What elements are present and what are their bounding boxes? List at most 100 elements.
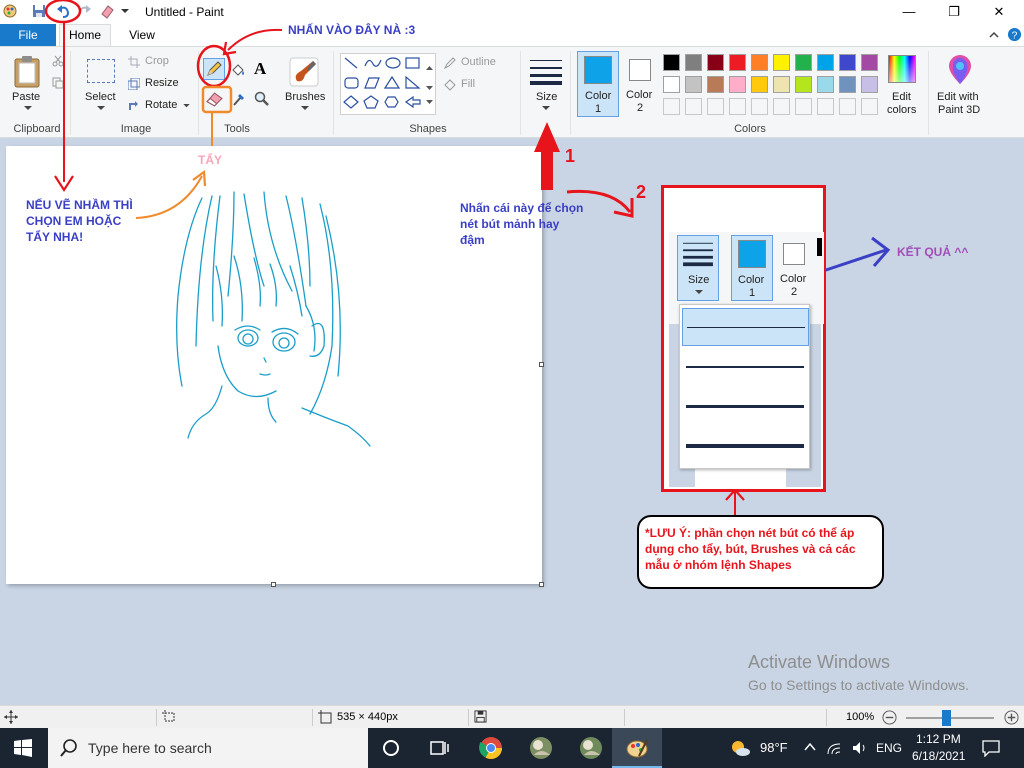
size-option-3px[interactable] bbox=[682, 348, 809, 386]
inset-color1-button[interactable]: Color 1 bbox=[731, 235, 773, 301]
palette-swatch[interactable] bbox=[729, 54, 746, 71]
palette-swatch[interactable] bbox=[685, 54, 702, 71]
size-option-1px[interactable] bbox=[682, 308, 809, 346]
zoom-out-icon[interactable] bbox=[882, 710, 897, 725]
palette-swatch[interactable] bbox=[707, 76, 724, 93]
crop-button[interactable]: Crop bbox=[128, 55, 188, 71]
resize-handle-right[interactable] bbox=[539, 362, 544, 367]
taskbar-paint-active[interactable] bbox=[612, 728, 662, 768]
palette-swatch[interactable] bbox=[773, 54, 790, 71]
resize-button[interactable]: Resize bbox=[128, 77, 188, 93]
palette-swatch[interactable] bbox=[817, 54, 834, 71]
clock-time[interactable]: 1:12 PM bbox=[916, 732, 961, 746]
zoom-in-icon[interactable] bbox=[1004, 710, 1019, 725]
tab-home[interactable]: Home bbox=[59, 24, 111, 47]
taskbar-search[interactable]: Type here to search bbox=[48, 728, 368, 768]
maximize-button[interactable]: ❐ bbox=[931, 0, 977, 24]
weather-icon[interactable] bbox=[729, 738, 751, 758]
inset-color2-button[interactable]: Color 2 bbox=[776, 235, 816, 301]
size-button[interactable]: Size bbox=[527, 53, 565, 117]
copy-icon[interactable] bbox=[52, 77, 64, 89]
fill-button[interactable]: Fill bbox=[443, 78, 503, 94]
tab-file[interactable]: File bbox=[0, 24, 56, 46]
shapes-gallery[interactable] bbox=[340, 53, 436, 115]
color1-button[interactable]: Color 1 bbox=[577, 51, 619, 117]
resize-handle-bottom[interactable] bbox=[271, 582, 276, 587]
notification-icon[interactable] bbox=[982, 739, 1000, 757]
rotate-button[interactable]: Rotate bbox=[128, 99, 192, 115]
undo-icon[interactable] bbox=[55, 3, 71, 19]
wifi-icon[interactable] bbox=[826, 740, 842, 756]
custom-color-slot[interactable] bbox=[685, 98, 702, 115]
chrome-icon[interactable] bbox=[479, 736, 503, 760]
color-picker-icon[interactable] bbox=[232, 91, 246, 107]
app-icon-1[interactable] bbox=[528, 735, 554, 761]
pencil-tool-button[interactable] bbox=[203, 58, 225, 80]
color2-button[interactable]: Color 2 bbox=[621, 51, 661, 117]
outline-button[interactable]: Outline bbox=[443, 56, 515, 72]
fill-bucket-icon[interactable] bbox=[230, 62, 246, 78]
inset-color2-number: 2 bbox=[791, 286, 798, 298]
custom-color-slot[interactable] bbox=[861, 98, 878, 115]
palette-swatch[interactable] bbox=[861, 76, 878, 93]
language-indicator[interactable]: ENG bbox=[876, 741, 902, 755]
save-icon[interactable] bbox=[31, 3, 47, 19]
volume-icon[interactable] bbox=[852, 740, 868, 756]
palette-swatch[interactable] bbox=[817, 76, 834, 93]
custom-color-slot[interactable] bbox=[707, 98, 724, 115]
paint-app-icon[interactable] bbox=[2, 3, 18, 19]
redo-icon[interactable] bbox=[77, 3, 93, 19]
palette-swatch[interactable] bbox=[795, 76, 812, 93]
chevron-down-icon bbox=[542, 106, 550, 110]
palette-swatch[interactable] bbox=[729, 76, 746, 93]
eraser-icon[interactable] bbox=[99, 3, 115, 19]
size-option-5px[interactable] bbox=[682, 388, 809, 426]
collapse-ribbon-icon[interactable] bbox=[988, 29, 1000, 41]
palette-swatch[interactable] bbox=[663, 54, 680, 71]
inset-size-button[interactable]: Size bbox=[677, 235, 719, 301]
palette-swatch[interactable] bbox=[663, 76, 680, 93]
custom-color-slot[interactable] bbox=[795, 98, 812, 115]
size-option-8px[interactable] bbox=[682, 428, 809, 466]
shapes-scroll-icon[interactable] bbox=[426, 66, 433, 106]
palette-swatch[interactable] bbox=[839, 76, 856, 93]
custom-color-slot[interactable] bbox=[729, 98, 746, 115]
palette-swatch[interactable] bbox=[751, 76, 768, 93]
magnifier-icon[interactable] bbox=[254, 91, 270, 107]
clock-date[interactable]: 6/18/2021 bbox=[912, 749, 965, 763]
tab-view[interactable]: View bbox=[116, 24, 168, 46]
palette-swatch[interactable] bbox=[751, 54, 768, 71]
close-button[interactable]: ✕ bbox=[976, 0, 1022, 24]
windows-start-icon[interactable] bbox=[14, 739, 32, 757]
resize-handle-corner[interactable] bbox=[539, 582, 544, 587]
edit-with-paint3d-button[interactable]: Edit with Paint 3D bbox=[934, 53, 986, 117]
minimize-button[interactable]: — bbox=[886, 0, 932, 24]
palette-swatch[interactable] bbox=[861, 54, 878, 71]
select-button[interactable]: Select bbox=[80, 53, 122, 117]
customize-dropdown-icon[interactable] bbox=[120, 3, 130, 19]
paste-button[interactable]: Paste bbox=[8, 53, 48, 117]
task-view-icon[interactable] bbox=[430, 739, 450, 757]
palette-swatch[interactable] bbox=[839, 54, 856, 71]
custom-color-slot[interactable] bbox=[751, 98, 768, 115]
brushes-button[interactable]: Brushes bbox=[281, 53, 329, 117]
custom-color-slot[interactable] bbox=[839, 98, 856, 115]
chevron-down-icon bbox=[183, 104, 190, 108]
help-icon[interactable]: ? bbox=[1007, 27, 1022, 42]
app-icon-2[interactable] bbox=[578, 735, 604, 761]
text-tool-icon[interactable]: A bbox=[254, 59, 266, 79]
palette-swatch[interactable] bbox=[795, 54, 812, 71]
eraser-tool-icon[interactable] bbox=[206, 92, 223, 107]
custom-color-slot[interactable] bbox=[663, 98, 680, 115]
chevron-up-icon[interactable] bbox=[804, 742, 816, 752]
zoom-slider-thumb[interactable] bbox=[942, 710, 951, 726]
edit-colors-button[interactable]: Edit colors bbox=[883, 53, 923, 117]
custom-color-slot[interactable] bbox=[773, 98, 790, 115]
custom-color-slot[interactable] bbox=[817, 98, 834, 115]
size-dropdown bbox=[679, 304, 810, 469]
cortana-icon[interactable] bbox=[382, 739, 400, 757]
palette-swatch[interactable] bbox=[773, 76, 790, 93]
palette-swatch[interactable] bbox=[685, 76, 702, 93]
cut-icon[interactable] bbox=[52, 55, 64, 67]
palette-swatch[interactable] bbox=[707, 54, 724, 71]
